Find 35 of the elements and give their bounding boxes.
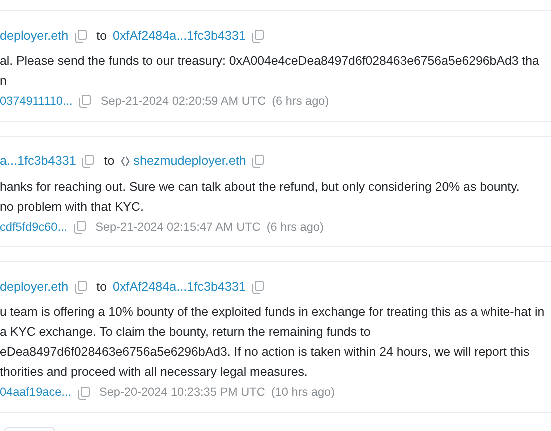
copy-icon[interactable]	[82, 155, 94, 168]
copy-icon[interactable]	[74, 280, 87, 294]
message-text: hanks for reaching out. Sure we can talk about the refund, but only considering 20% as bounty.	[0, 178, 521, 196]
transaction-link[interactable]: 0374911110...	[0, 93, 73, 111]
copy-icon[interactable]	[78, 95, 91, 108]
message-text: no problem with that KYC.	[0, 198, 145, 216]
timestamp: Sep-21-2024 02:15:47 AM UTC	[96, 218, 261, 236]
message-text: n	[0, 73, 8, 90]
message-text: thorities and proceed with all necessary legal measures.	[0, 364, 309, 382]
timestamp: Sep-21-2024 02:20:59 AM UTC	[100, 93, 266, 110]
transaction-link[interactable]: cdf5fd9c60...	[0, 218, 68, 236]
to-label: to	[96, 28, 107, 45]
sender-link[interactable]: a...1fc3b4331	[0, 152, 76, 172]
message-text: eDea8497d6f028463e6756a5e6296bAd3. If no action is taken within 24 hours, we will report this	[0, 344, 531, 362]
transaction-link[interactable]: 04aaf19ace...	[0, 384, 72, 402]
copy-icon[interactable]	[74, 30, 87, 42]
to-label: to	[104, 153, 115, 170]
to-label: to	[96, 279, 107, 296]
message-text: u team is offering a 10% bounty of the exploited funds in exchange for treating this as a white-hat in	[0, 304, 546, 322]
copy-icon[interactable]	[252, 30, 264, 42]
copy-icon[interactable]	[252, 155, 264, 168]
recipient-link[interactable]: 0xfAf2484a...1fc3b4331	[112, 278, 246, 297]
copy-icon[interactable]	[78, 386, 90, 400]
recipient-link[interactable]: shezmudeployer.eth	[134, 152, 246, 172]
message-text: al. Please send the funds to our treasury: 0xA004e4ceDea8497d6f028463e6756a5e6296bAd3 tha	[0, 53, 540, 70]
recipient-link[interactable]: 0xfAf2484a...1fc3b4331	[112, 26, 246, 46]
message-text: a KYC exchange. To claim the bounty, return the remaining funds to	[0, 324, 372, 342]
sender-link[interactable]: deployer.eth	[0, 278, 69, 297]
relative-time: (6 hrs ago)	[266, 218, 324, 236]
copy-icon[interactable]	[252, 280, 264, 294]
sender-link[interactable]: deployer.eth	[0, 26, 69, 46]
timestamp: Sep-20-2024 10:23:35 PM UTC	[100, 384, 266, 402]
relative-time: (10 hrs ago)	[271, 384, 336, 402]
copy-icon[interactable]	[74, 221, 86, 234]
relative-time: (6 hrs ago)	[272, 93, 330, 110]
